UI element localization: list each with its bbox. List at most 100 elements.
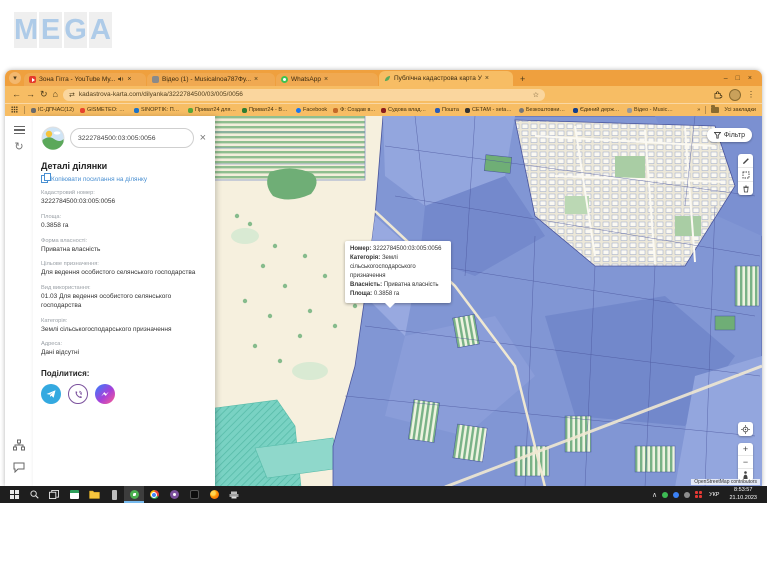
tray-expand-icon[interactable]: ∧ [652, 491, 657, 499]
bookmark-item[interactable]: Facebook [296, 107, 327, 113]
parcel-details-panel: × Деталі ділянки Копіювати посилання на … [33, 116, 215, 486]
calendar-app-icon[interactable] [64, 486, 84, 503]
new-tab-button[interactable]: + [520, 74, 525, 84]
delete-trash-icon[interactable] [738, 182, 753, 195]
bookmark-item[interactable]: SINOPTIK: Погода в... [134, 107, 182, 113]
panel-close-icon[interactable]: × [199, 132, 207, 144]
page-content: ↻ × Деталі ді [5, 116, 762, 486]
printer-app-icon[interactable] [224, 486, 244, 503]
field-label: Кадастровий номер: [41, 190, 207, 196]
bookmark-item[interactable]: Єдиний державни... [573, 107, 621, 113]
extensions-puzzle-icon[interactable] [714, 86, 723, 104]
taskbar-search-icon[interactable] [24, 486, 44, 503]
address-bar[interactable]: ⇄ kadastrova-karta.com/dilyanka/32227845… [63, 89, 545, 101]
apps-grid-icon[interactable] [11, 106, 18, 115]
history-refresh-icon[interactable]: ↻ [5, 140, 33, 153]
back-icon[interactable]: ← [12, 90, 21, 99]
favicon [134, 108, 139, 113]
task-view-icon[interactable] [44, 486, 64, 503]
tab-search-icon[interactable]: ▾ [9, 72, 21, 84]
favicon [573, 108, 578, 113]
taskbar-clock[interactable]: 8:53:57 21.10.2023 [726, 487, 760, 501]
tab-close-icon[interactable]: × [324, 76, 328, 83]
url-text: kadastrova-karta.com/dilyanka/3222784500… [79, 91, 529, 98]
file-explorer-icon[interactable] [84, 486, 104, 503]
viber-icon[interactable] [164, 486, 184, 503]
filter-button[interactable]: Фільтр [707, 128, 752, 142]
popup-row: Номер: 3222784500:03:005:0056 [350, 245, 446, 254]
select-area-icon[interactable] [738, 168, 753, 182]
tray-icon-gray[interactable] [684, 492, 690, 498]
tab-close-icon[interactable]: × [127, 76, 131, 83]
field-value: Для ведення особистого селянського госпо… [41, 269, 207, 278]
window-close-icon[interactable]: × [748, 75, 752, 82]
copy-link-button[interactable]: Копіювати посилання на ділянку [41, 175, 207, 183]
reload-icon[interactable]: ↻ [40, 90, 48, 99]
tray-icon-blue[interactable] [673, 492, 679, 498]
browser-menu-icon[interactable]: ⋮ [747, 90, 755, 99]
chat-feedback-icon[interactable] [11, 459, 27, 475]
bookmark-item[interactable]: Відео - Musicalnoa?... [627, 107, 675, 113]
field-value: 3222784500:03:005:0056 [41, 198, 207, 207]
bookmark-item[interactable]: Приват24 для бізне... [188, 107, 236, 113]
layers-sitemap-icon[interactable] [11, 437, 27, 453]
divider [24, 106, 25, 114]
viber-share-icon[interactable] [68, 384, 88, 404]
field-label: Вид використання: [41, 285, 207, 291]
chrome-icon[interactable] [144, 486, 164, 503]
messenger-share-icon[interactable] [95, 384, 115, 404]
bookmark-item[interactable]: СЕТАМ - setam.net... [465, 107, 513, 113]
tab-whatsapp[interactable]: WhatsApp × [276, 73, 378, 86]
bookmark-label: Facebook [303, 107, 327, 113]
tab-youtube[interactable]: Зона Гігга - YouTube Му... × [24, 73, 146, 86]
tab-cadastral-map[interactable]: Публічна кадастрова карта У × [379, 71, 513, 86]
bookmark-label: Безкоштовний вел... [526, 107, 567, 113]
clock-time: 8:53:57 [729, 487, 757, 494]
bookmark-item[interactable]: ІС-ДПЧАС(12) [31, 107, 74, 113]
active-app-cadastral-icon[interactable] [124, 486, 144, 503]
tab-close-icon[interactable]: × [254, 76, 258, 83]
tab-close-icon[interactable]: × [485, 75, 489, 82]
zoom-out-button[interactable]: − [738, 456, 753, 469]
bookmark-item[interactable]: Судова влада Укра... [381, 107, 429, 113]
maximize-icon[interactable]: □ [736, 75, 740, 82]
field-ownership: Форма власності: Приватна власність [41, 238, 207, 255]
antivirus-tray-icon[interactable] [662, 492, 668, 498]
site-info-icon[interactable]: ⇄ [69, 91, 75, 99]
bookmark-item[interactable]: Безкоштовний вел... [519, 107, 567, 113]
cadastral-search-input[interactable] [70, 128, 194, 148]
draw-pencil-icon[interactable] [738, 154, 753, 168]
minimize-icon[interactable]: – [724, 75, 728, 82]
share-row [41, 384, 207, 404]
start-button[interactable] [4, 486, 24, 503]
field-category: Категорія: Землі сільськогосподарського … [41, 318, 207, 335]
tab-video[interactable]: Відео (1) - Musicalnoa787Фу... × [147, 73, 275, 86]
browser-toolbar: ← → ↻ ⌂ ⇄ kadastrova-karta.com/dilyanka/… [5, 86, 762, 103]
telegram-share-icon[interactable] [41, 384, 61, 404]
all-bookmarks-button[interactable]: Усі закладки [724, 107, 756, 113]
locate-target-icon[interactable] [738, 422, 753, 436]
menu-hamburger-icon[interactable] [11, 122, 27, 138]
map-canvas[interactable] [215, 116, 762, 486]
popup-row: Власність: Приватна власність [350, 281, 446, 290]
watermark-letter: M [14, 12, 37, 48]
your-phone-app-icon[interactable] [104, 486, 124, 503]
field-value: 0.3858 га [41, 222, 207, 231]
bookmark-item[interactable]: Пошта [435, 107, 459, 113]
bookmark-star-icon[interactable]: ☆ [533, 91, 539, 99]
tray-icon-red-grid[interactable] [695, 491, 702, 498]
zoom-in-button[interactable]: + [738, 443, 753, 456]
profile-avatar[interactable] [729, 89, 741, 101]
language-indicator[interactable]: УКР [707, 492, 721, 498]
tab-audio-icon[interactable] [118, 76, 124, 84]
bookmark-item[interactable]: Приват24 - Ваш же... [242, 107, 290, 113]
forward-icon[interactable]: → [26, 90, 35, 99]
bookmark-item[interactable]: Ф: Создав в... [333, 107, 375, 113]
tab-strip: ▾ Зона Гігга - YouTube Му... × Відео (1)… [5, 70, 762, 86]
dark-app-icon[interactable] [184, 486, 204, 503]
bookmarks-right: » Усі закладки [697, 106, 756, 114]
bookmark-item[interactable]: GISMETEO: Погода... [80, 107, 128, 113]
home-icon[interactable]: ⌂ [53, 90, 58, 99]
firefox-icon[interactable] [204, 486, 224, 503]
bookmarks-overflow-icon[interactable]: » [697, 107, 700, 113]
